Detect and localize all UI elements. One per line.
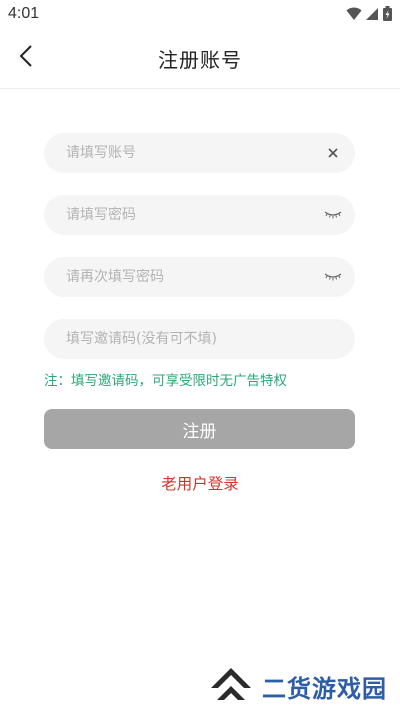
battery-icon	[383, 6, 392, 21]
account-field	[44, 133, 355, 173]
wifi-icon	[346, 7, 362, 21]
watermark: 二货游戏园	[208, 664, 387, 708]
watermark-text: 二货游戏园	[262, 674, 387, 703]
eye-closed-icon[interactable]	[323, 205, 343, 225]
account-input[interactable]	[66, 133, 306, 173]
eye-closed-icon[interactable]	[323, 267, 343, 287]
app-bar: 注册账号	[0, 28, 400, 89]
invite-note: 注：填写邀请码，可享受限时无广告特权	[44, 373, 287, 389]
status-time: 4:01	[8, 5, 40, 22]
confirm-password-field	[44, 257, 355, 297]
status-icons	[346, 6, 392, 21]
page-title: 注册账号	[158, 48, 242, 72]
clear-icon[interactable]	[323, 143, 343, 163]
invite-code-field	[44, 319, 355, 359]
invite-code-input[interactable]	[66, 319, 306, 359]
status-bar: 4:01	[0, 0, 400, 28]
register-button[interactable]: 注册	[44, 409, 355, 449]
watermark-logo-icon	[208, 664, 254, 708]
confirm-password-input[interactable]	[66, 257, 306, 297]
existing-user-login-link[interactable]: 老用户登录	[0, 472, 400, 494]
password-input[interactable]	[66, 195, 306, 235]
signal-icon	[366, 7, 379, 21]
password-field	[44, 195, 355, 235]
